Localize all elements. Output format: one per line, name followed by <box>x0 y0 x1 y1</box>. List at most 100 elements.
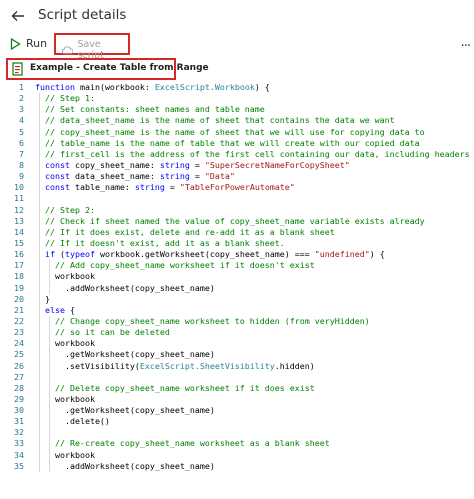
code-line: 12 // Step 2: <box>0 205 474 216</box>
code-line: 23 // so it can be deleted <box>0 327 474 338</box>
line-number: 22 <box>14 315 24 326</box>
code-text: // data_sheet_name is the name of sheet … <box>45 115 395 126</box>
line-number: 17 <box>14 260 24 271</box>
code-text: // Step 1: <box>45 93 95 104</box>
code-line: 11 <box>0 193 474 204</box>
code-line: 20 } <box>0 294 474 305</box>
code-text: // so it can be deleted <box>54 327 170 338</box>
code-line: 7 // first_cell is the address of the fi… <box>0 149 474 160</box>
code-text: .delete() <box>35 416 110 427</box>
line-number: 10 <box>14 182 24 193</box>
code-line: 27 <box>0 372 474 383</box>
run-label: Run <box>26 37 48 50</box>
line-number: 33 <box>14 438 24 449</box>
code-line: 14 // If it does exist, delete and re-ad… <box>0 227 474 238</box>
code-line: 29 workbook <box>0 394 474 405</box>
code-line: 6 // table_name is the name of table tha… <box>0 138 474 149</box>
line-number: 32 <box>14 427 24 438</box>
line-number: 1 <box>19 82 24 92</box>
line-number: 27 <box>14 371 24 382</box>
code-line: 26 .setVisibility(ExcelScript.SheetVisib… <box>0 361 474 372</box>
line-number: 28 <box>14 382 24 393</box>
code-text: // If it does exist, delete and re-add i… <box>45 226 335 237</box>
code-line: 25 .getWorksheet(copy_sheet_name) <box>0 349 474 360</box>
line-number: 2 <box>19 93 24 104</box>
code-text: // Re-create copy_sheet_name worksheet a… <box>54 438 330 449</box>
more-options-icon[interactable]: ... <box>461 35 471 50</box>
run-button[interactable]: Run <box>10 37 47 50</box>
code-line: 34 workbook <box>0 450 474 461</box>
code-text: const table_name: string = "TableForPowe… <box>45 182 295 193</box>
line-number: 6 <box>19 137 24 148</box>
code-text: .addWorksheet(copy_sheet_name) <box>35 282 215 293</box>
line-number: 14 <box>14 226 24 237</box>
code-line: 13 // Check if sheet named the value of … <box>0 216 474 227</box>
code-line: 24 workbook <box>0 338 474 349</box>
indent-guide <box>39 93 40 472</box>
line-number: 9 <box>19 171 24 182</box>
code-text: // first_cell is the address of the firs… <box>45 148 470 159</box>
line-number: 11 <box>14 193 24 204</box>
line-number: 19 <box>14 282 24 293</box>
script-name-highlight-box: Example - Create Table from Range <box>6 58 209 80</box>
code-text: // Delete copy_sheet_name worksheet if i… <box>54 382 315 393</box>
code-text: .getWorksheet(copy_sheet_name) <box>35 405 215 416</box>
line-number: 5 <box>19 126 24 137</box>
line-number: 20 <box>14 293 24 304</box>
code-line: 3 // Set constants: sheet names and tabl… <box>0 104 474 115</box>
line-number: 23 <box>14 327 24 338</box>
line-number: 16 <box>14 249 24 260</box>
line-number: 26 <box>14 360 24 371</box>
code-line: 15 // If it doesn't exist, add it as a b… <box>0 238 474 249</box>
line-number: 15 <box>14 237 24 248</box>
code-text: else { <box>45 304 75 315</box>
indent-guide <box>49 260 50 294</box>
code-text: workbook <box>35 449 95 460</box>
indent-guide <box>49 315 50 472</box>
toolbar: Run Save script ... <box>0 33 474 61</box>
line-number: 7 <box>19 148 24 159</box>
line-number: 13 <box>14 215 24 226</box>
code-line: 17 // Add copy_sheet_name worksheet if i… <box>0 260 474 271</box>
code-text: // Check if sheet named the value of cop… <box>45 215 425 226</box>
play-icon <box>10 37 21 50</box>
code-line: 9 const data_sheet_name: string = "Data" <box>0 171 474 182</box>
code-text: workbook <box>35 271 95 282</box>
code-text: .getWorksheet(copy_sheet_name) <box>35 349 215 360</box>
save-highlight-box: Save script <box>54 33 130 61</box>
back-arrow-icon[interactable] <box>10 8 26 24</box>
code-line: 19 .addWorksheet(copy_sheet_name) <box>0 283 474 294</box>
line-number: 29 <box>14 393 24 404</box>
line-number: 25 <box>14 349 24 360</box>
line-number: 12 <box>14 204 24 215</box>
code-text: // Set constants: sheet names and table … <box>45 104 265 115</box>
script-file-icon <box>12 62 23 76</box>
code-line: 1 function main(workbook: ExcelScript.Wor… <box>0 82 474 93</box>
code-line: 4 // data_sheet_name is the name of shee… <box>0 115 474 126</box>
line-number: 3 <box>19 104 24 115</box>
code-line: 32 <box>0 427 474 438</box>
code-line: 8 const copy_sheet_name: string = "Super… <box>0 160 474 171</box>
page-title: Script details <box>38 7 127 23</box>
line-number: 34 <box>14 449 24 460</box>
header-bar: Script details <box>0 0 474 32</box>
line-number: 31 <box>14 416 24 427</box>
code-line: 30 .getWorksheet(copy_sheet_name) <box>0 405 474 416</box>
cloud-icon <box>61 46 74 55</box>
code-line: 10 const table_name: string = "TableForP… <box>0 182 474 193</box>
line-number: 35 <box>14 460 24 471</box>
line-number: 21 <box>14 304 24 315</box>
code-text: // If it doesn't exist, add it as a blan… <box>45 237 285 248</box>
script-name: Example - Create Table from Range <box>30 63 209 73</box>
code-line: 5 // copy_sheet_name is the name of shee… <box>0 127 474 138</box>
code-line: 28 // Delete copy_sheet_name worksheet i… <box>0 383 474 394</box>
code-text: // Change copy_sheet_name worksheet to h… <box>54 315 370 326</box>
code-editor[interactable]: 1 function main(workbook: ExcelScript.Wor… <box>0 82 474 499</box>
code-line: 18 workbook <box>0 271 474 282</box>
code-text: if (typeof workbook.getWorksheet(copy_sh… <box>45 249 385 260</box>
line-number: 30 <box>14 405 24 416</box>
code-text: const copy_sheet_name: string = "SuperSe… <box>45 159 350 170</box>
code-text: // table_name is the name of table that … <box>45 137 420 148</box>
code-text: workbook <box>35 338 95 349</box>
code-text: // Add copy_sheet_name worksheet if it d… <box>54 260 315 271</box>
